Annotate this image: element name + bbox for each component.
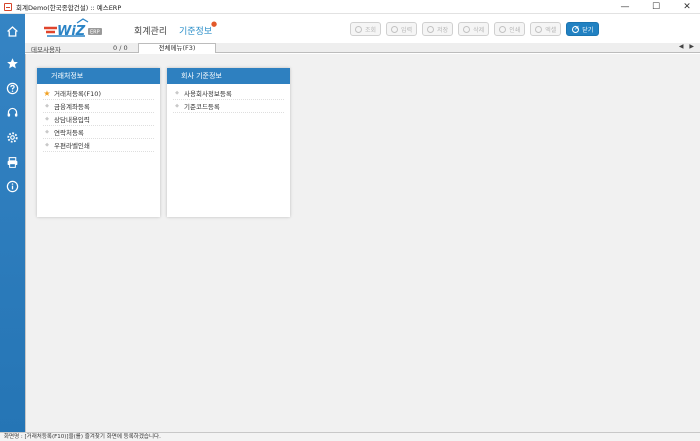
search-label: 조회 (365, 26, 377, 34)
menu-item-consultation[interactable]: ◆ 상담내용입력 (43, 113, 154, 126)
bullet-icon: ◆ (45, 142, 49, 148)
maximize-button[interactable]: ☐ (643, 0, 669, 14)
menu-item-partner-register[interactable]: ★ 거래처등록(F10) (43, 87, 154, 100)
minimize-button[interactable]: — (612, 0, 638, 14)
delete-icon (463, 25, 471, 33)
delete-button[interactable]: 삭제 (458, 22, 490, 36)
nav-base-info[interactable]: 기준정보 ● (179, 20, 217, 37)
app-icon (4, 2, 12, 11)
window-title: 회계Demo(한국종합건설) :: 예스ERP (16, 3, 122, 12)
panel-title: 회사 기준정보 (167, 68, 290, 84)
save-label: 저장 (437, 26, 449, 34)
panel-partner-info: 거래처정보 ★ 거래처등록(F10) ◆ 금융계좌등록 ◆ 상담내용입력 ◆ 연… (37, 68, 160, 217)
title-bar: 회계Demo(한국종합건설) :: 예스ERP — ☐ ✕ (0, 0, 700, 14)
status-bar: 화면명 : [거래처등록(F10)]을(를) 즐겨찾기 화면에 등록하겠습니다. (0, 432, 700, 441)
home-icon[interactable] (5, 24, 20, 39)
search-button[interactable]: 조회 (350, 22, 382, 36)
print-button[interactable]: 인쇄 (494, 22, 526, 36)
help-icon[interactable] (5, 81, 20, 96)
input-label: 입력 (401, 26, 413, 34)
close-window-button[interactable]: ✕ (674, 0, 700, 14)
tab-strip: 데모사용자 0 / 0 전체메뉴(F3) ◀ ▶ (25, 43, 700, 54)
bullet-icon: ◆ (45, 103, 49, 109)
menu-list: ★ 거래처등록(F10) ◆ 금융계좌등록 ◆ 상담내용입력 ◆ 연락처등록 ◆… (37, 84, 160, 152)
excel-label: 엑셀 (545, 26, 557, 34)
print-label: 인쇄 (509, 26, 521, 34)
nav-base-info-label: 기준정보 (179, 27, 213, 37)
save-icon (427, 25, 435, 33)
logo-sub: ERP (90, 30, 100, 36)
tab-count: 0 / 0 (113, 44, 128, 52)
delete-label: 삭제 (473, 26, 485, 34)
menu-item-bank-account[interactable]: ◆ 금융계좌등록 (43, 100, 154, 113)
menu-item-label: 상담내용입력 (54, 116, 90, 124)
input-button[interactable]: 입력 (386, 22, 418, 36)
menu-item-contacts[interactable]: ◆ 연락처등록 (43, 126, 154, 139)
settings-icon[interactable] (5, 130, 20, 145)
logo-text: WiZ (57, 24, 86, 39)
close-label: 닫기 (582, 26, 594, 34)
headset-icon[interactable] (5, 105, 20, 120)
input-icon (391, 25, 399, 33)
app-header: WiZ ERP 회계관리 기준정보 ● 조회 입력 저장 삭제 인쇄 엑셀 × … (25, 14, 700, 43)
tab-all-menu[interactable]: 전체메뉴(F3) (138, 43, 216, 53)
left-sidebar (0, 14, 25, 432)
menu-item-label: 연락처등록 (54, 129, 84, 137)
menu-item-base-code[interactable]: ◆ 기준코드등록 (173, 100, 284, 113)
menu-item-label: 기준코드등록 (184, 103, 220, 111)
menu-item-label: 우편라벨인쇄 (54, 142, 90, 150)
bullet-icon: ◆ (175, 90, 179, 96)
menu-item-postal-label[interactable]: ◆ 우편라벨인쇄 (43, 139, 154, 152)
excel-button[interactable]: 엑셀 (530, 22, 562, 36)
user-label: 데모사용자 (31, 46, 61, 54)
search-icon (355, 25, 362, 33)
print-icon (499, 25, 507, 33)
wiz-erp-logo: WiZ ERP (41, 17, 111, 41)
toolbar: 조회 입력 저장 삭제 인쇄 엑셀 닫기 (350, 22, 600, 36)
menu-item-label: 사용회사정보등록 (184, 90, 232, 98)
menu-item-company-register[interactable]: ◆ 사용회사정보등록 (173, 87, 284, 100)
new-marker-icon: ● (211, 20, 218, 28)
bullet-icon: ◆ (45, 129, 49, 135)
close-icon (572, 24, 580, 33)
panel-company-info: 회사 기준정보 ◆ 사용회사정보등록 ◆ 기준코드등록 (167, 68, 290, 217)
excel-icon (535, 25, 543, 33)
bullet-icon: ◆ (45, 116, 49, 122)
bullet-icon: ◆ (175, 103, 179, 109)
close-button[interactable]: 닫기 (566, 22, 600, 36)
save-button[interactable]: 저장 (422, 22, 454, 36)
menu-item-label: 금융계좌등록 (54, 103, 90, 111)
tab-scroll-arrows[interactable]: ◀ ▶ (679, 43, 696, 50)
info-icon[interactable] (5, 179, 20, 194)
printer-icon[interactable] (5, 155, 20, 170)
nav-accounting[interactable]: 회계관리 (134, 24, 167, 37)
panel-title: 거래처정보 (37, 68, 160, 84)
menu-list: ◆ 사용회사정보등록 ◆ 기준코드등록 (167, 84, 290, 113)
main-content: 거래처정보 ★ 거래처등록(F10) ◆ 금융계좌등록 ◆ 상담내용입력 ◆ 연… (25, 54, 700, 432)
favorite-star-icon[interactable]: ★ (43, 89, 51, 98)
star-icon[interactable] (5, 56, 20, 71)
menu-item-label: 거래처등록(F10) (54, 90, 101, 98)
